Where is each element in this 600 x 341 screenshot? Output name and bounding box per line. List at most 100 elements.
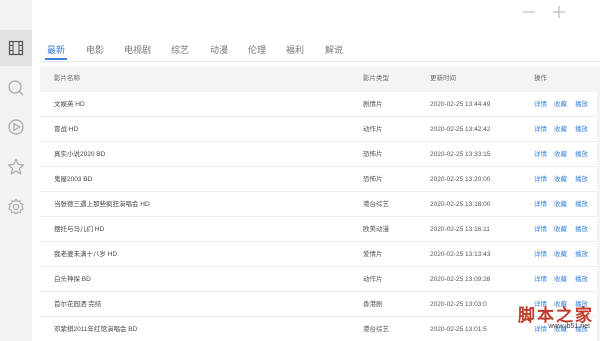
movie-category: 港台综艺: [363, 201, 389, 208]
movie-category: 动作片: [363, 276, 383, 283]
play-link[interactable]: 播放: [575, 100, 588, 110]
play-link[interactable]: 播放: [575, 125, 588, 135]
tab-label: 伦理: [248, 45, 267, 55]
maximize-button[interactable]: [549, 2, 569, 22]
header-actions: 操作: [534, 75, 547, 82]
plus-icon: [553, 6, 565, 18]
tab-movies[interactable]: 电影: [86, 43, 104, 57]
header-update-time: 更新时间: [430, 75, 456, 82]
update-time: 2020-02-25 13:13:43: [430, 251, 491, 258]
movie-category: 动作片: [363, 126, 383, 133]
minimize-icon: [523, 11, 535, 13]
movie-name: 当张德三遇上那些疯狂演唱会 HD: [54, 201, 150, 208]
star-icon: [7, 158, 25, 175]
film-grid-icon: [8, 40, 24, 56]
collect-link[interactable]: 收藏: [554, 125, 567, 135]
sidebar-item-video-library[interactable]: [0, 30, 32, 66]
play-link[interactable]: 播放: [575, 275, 588, 285]
collect-link[interactable]: 收藏: [554, 150, 567, 160]
tab-tv-series[interactable]: 电视剧: [124, 43, 151, 57]
collect-link[interactable]: 收藏: [554, 100, 567, 110]
update-time: 2020-02-25 13:33:15: [430, 151, 491, 158]
detail-link[interactable]: 详情: [534, 225, 547, 235]
detail-link[interactable]: 详情: [534, 100, 547, 110]
header-category: 影片类型: [363, 75, 389, 82]
table-header: 影片名称 影片类型 更新时间 操作: [40, 66, 600, 92]
active-tab-indicator: [45, 58, 68, 60]
movie-category: 港台综艺: [363, 326, 389, 333]
tab-label: 解说: [325, 45, 344, 55]
tab-label: 福利: [286, 45, 305, 55]
table-row: 文娱英 HD 剧情片 2020-02-25 13:44:49 详情 收藏 播放: [40, 92, 600, 117]
tab-label: 动漫: [210, 45, 229, 55]
movie-name: 文娱英 HD: [54, 101, 85, 108]
movie-name: 冒战 HD: [54, 126, 79, 133]
detail-link[interactable]: 详情: [534, 150, 547, 160]
header-name: 影片名称: [54, 75, 80, 82]
movie-category: 欧美动漫: [363, 226, 389, 233]
update-time: 2020-02-25 13:03:0: [430, 301, 487, 308]
collect-link[interactable]: 收藏: [554, 275, 567, 285]
play-circle-icon: [8, 119, 24, 135]
update-time: 2020-02-25 13:20:00: [430, 176, 491, 183]
movie-category: 恐怖片: [363, 151, 383, 158]
detail-link[interactable]: 详情: [534, 275, 547, 285]
movie-name: 真实小说2020 BD: [54, 151, 106, 158]
movie-name: 摆托与马儿们 HD: [54, 226, 105, 233]
tab-label: 最新: [47, 45, 66, 55]
table-row: 冒战 HD 动作片 2020-02-25 13:42:42 详情 收藏 播放: [40, 117, 600, 142]
collect-link[interactable]: 收藏: [554, 200, 567, 210]
play-link[interactable]: 播放: [575, 225, 588, 235]
movie-category: 香港剧: [363, 301, 383, 308]
movie-name: 我老婆未满十八岁 HD: [54, 251, 118, 258]
table-row: 我老婆未满十八岁 HD 爱情片 2020-02-25 13:13:43 详情 收…: [40, 242, 600, 267]
update-time: 2020-02-25 13:18:00: [430, 201, 491, 208]
movie-name: 白头神探 BD: [54, 276, 91, 283]
movie-category: 恐怖片: [363, 176, 383, 183]
detail-link[interactable]: 详情: [534, 250, 547, 260]
tabs-divider: [40, 61, 600, 62]
detail-link[interactable]: 详情: [534, 175, 547, 185]
play-link[interactable]: 播放: [575, 200, 588, 210]
table-row: 白头神探 BD 动作片 2020-02-25 13:09:28 详情 收藏 播放: [40, 267, 600, 292]
collect-link[interactable]: 收藏: [554, 175, 567, 185]
sidebar-item-search[interactable]: [0, 70, 32, 106]
play-link[interactable]: 播放: [575, 175, 588, 185]
watermark-url: www.jb51.net: [548, 323, 590, 330]
tab-label: 电视剧: [124, 45, 152, 55]
update-time: 2020-02-25 13:16:11: [430, 226, 490, 233]
play-link[interactable]: 播放: [575, 250, 588, 260]
table-row: 当张德三遇上那些疯狂演唱会 HD 港台综艺 2020-02-25 13:18:0…: [40, 192, 600, 217]
update-time: 2020-02-25 13:01:5: [430, 326, 487, 333]
update-time: 2020-02-25 13:44:49: [430, 101, 491, 108]
tab-ethics[interactable]: 伦理: [248, 43, 266, 57]
movie-name: 邓紫棋2011年红馆演唱会 BD: [54, 326, 138, 333]
play-link[interactable]: 播放: [575, 150, 588, 160]
table-row: 真实小说2020 BD 恐怖片 2020-02-25 13:33:15 详情 收…: [40, 142, 600, 167]
search-icon: [8, 80, 24, 96]
minimize-button[interactable]: [519, 2, 539, 22]
detail-link[interactable]: 详情: [534, 125, 547, 135]
movie-category: 爱情片: [363, 251, 383, 258]
movie-name: 鬼屋2003 BD: [54, 176, 93, 183]
sidebar: [0, 0, 32, 341]
table-row: 鬼屋2003 BD 恐怖片 2020-02-25 13:20:00 详情 收藏 …: [40, 167, 600, 192]
tab-variety[interactable]: 综艺: [171, 43, 189, 57]
tab-commentary[interactable]: 解说: [325, 43, 343, 57]
sidebar-item-favorites[interactable]: [0, 149, 32, 185]
watermark: 脚本之家 www.jb51.net: [502, 301, 594, 337]
sidebar-item-settings[interactable]: [0, 189, 32, 225]
update-time: 2020-02-25 13:42:42: [430, 126, 491, 133]
movie-category: 剧情片: [363, 101, 383, 108]
table-row: 摆托与马儿们 HD 欧美动漫 2020-02-25 13:16:11 详情 收藏…: [40, 217, 600, 242]
tab-welfare[interactable]: 福利: [286, 43, 304, 57]
tab-anime[interactable]: 动漫: [210, 43, 228, 57]
tab-label: 电影: [86, 45, 105, 55]
collect-link[interactable]: 收藏: [554, 250, 567, 260]
sidebar-item-play[interactable]: [0, 109, 32, 145]
movie-name: 首尔花园洒 完结: [54, 301, 102, 308]
detail-link[interactable]: 详情: [534, 200, 547, 210]
collect-link[interactable]: 收藏: [554, 225, 567, 235]
gear-icon: [8, 198, 24, 215]
tab-latest[interactable]: 最新: [45, 43, 68, 60]
